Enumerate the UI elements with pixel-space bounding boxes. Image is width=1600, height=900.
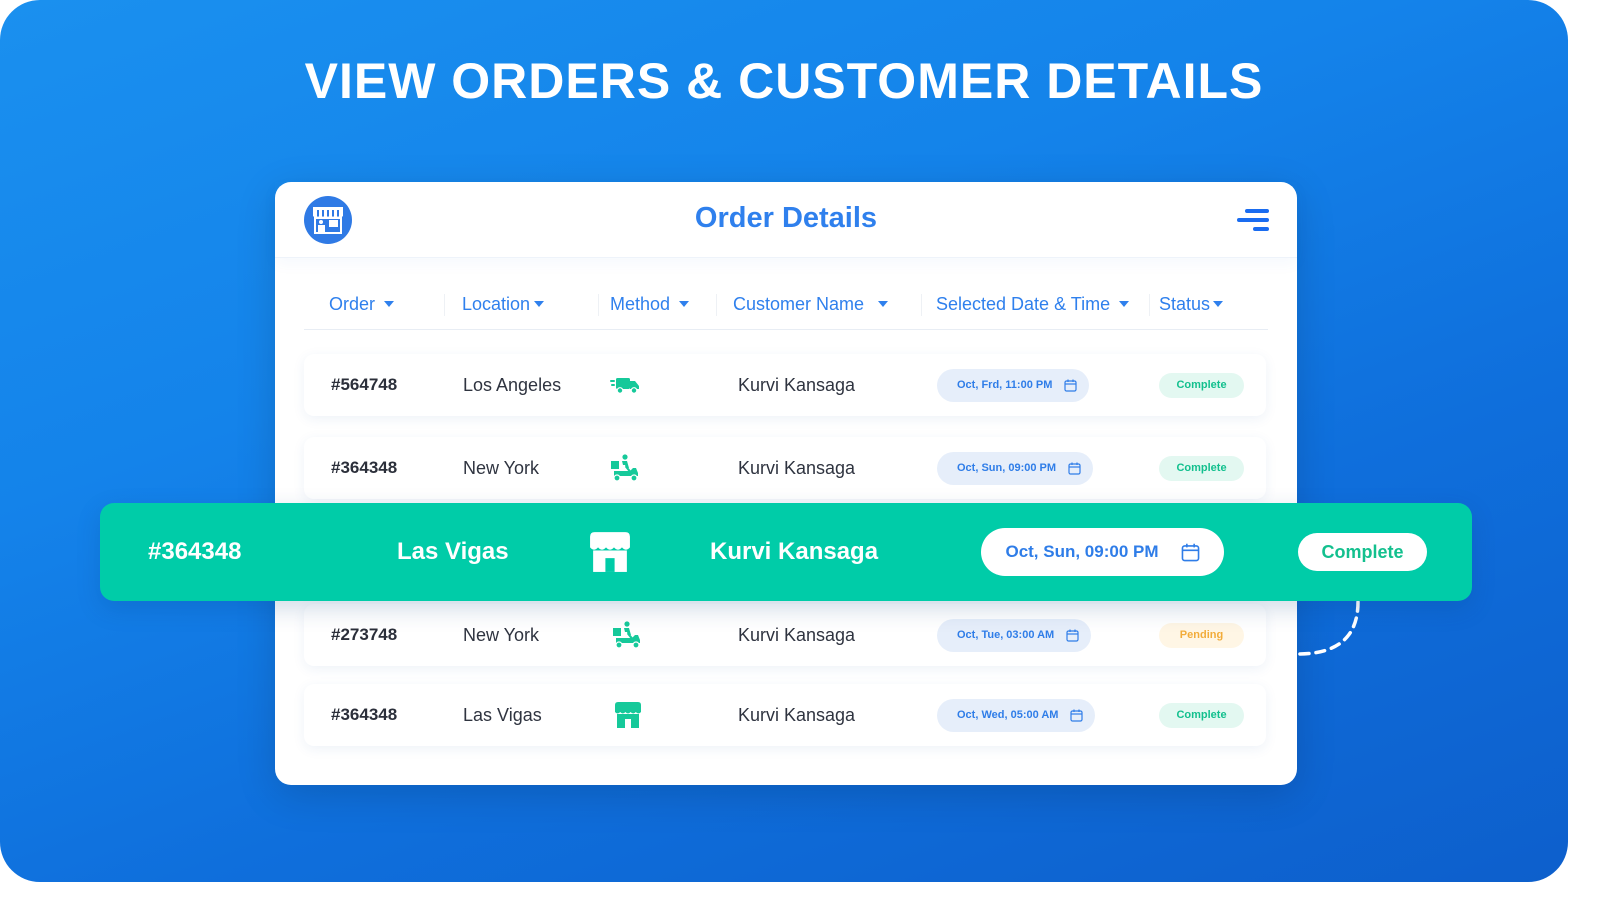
scooter-courier-icon bbox=[612, 604, 642, 666]
table-header: Order Location Method Customer Name Sele… bbox=[304, 284, 1268, 330]
delivery-truck-icon bbox=[610, 354, 640, 416]
order-id: #364348 bbox=[148, 538, 242, 565]
date-time-picker[interactable]: Oct, Sun, 09:00 PM bbox=[937, 451, 1094, 485]
order-location: Los Angeles bbox=[463, 374, 562, 395]
date-time-picker[interactable]: Oct, Frd, 11:00 PM bbox=[937, 368, 1090, 402]
status-badge: Pending bbox=[1159, 622, 1244, 648]
dashed-connector bbox=[1296, 600, 1360, 656]
order-id: #273748 bbox=[331, 625, 398, 644]
column-header-customer-name[interactable]: Customer Name bbox=[733, 284, 889, 324]
caret-down-icon bbox=[1119, 301, 1130, 307]
order-location: New York bbox=[463, 624, 540, 645]
highlighted-order-row[interactable]: #364348 Las Vigas Kurvi Kansaga Oct, Sun… bbox=[100, 503, 1472, 601]
status-badge: Complete bbox=[1159, 372, 1244, 398]
column-divider bbox=[598, 294, 599, 316]
date-time-picker[interactable]: Oct, Wed, 05:00 AM bbox=[937, 698, 1096, 732]
date-time-picker[interactable]: Oct, Sun, 09:00 PM bbox=[981, 528, 1224, 576]
customer-name: Kurvi Kansaga bbox=[738, 374, 856, 395]
card-header: Order Details bbox=[275, 182, 1297, 258]
column-divider bbox=[921, 294, 922, 316]
order-details-card: Order Details Order Location Method Cust… bbox=[275, 182, 1297, 785]
status-badge: Complete bbox=[1159, 455, 1244, 481]
scooter-courier-icon bbox=[610, 437, 640, 499]
order-location: Las Vigas bbox=[397, 538, 509, 565]
card-title: Order Details bbox=[694, 202, 878, 234]
table-row[interactable]: #364348 Las Vigas Kurvi Kansaga Oct, Wed… bbox=[304, 684, 1266, 746]
storefront-pickup-icon bbox=[587, 503, 633, 601]
column-header-order[interactable]: Order bbox=[329, 284, 395, 324]
order-location: Las Vigas bbox=[463, 704, 542, 725]
status-badge: Complete bbox=[1159, 702, 1244, 728]
storefront-pickup-icon bbox=[613, 684, 643, 746]
calendar-icon bbox=[1181, 543, 1199, 561]
customer-name: Kurvi Kansaga bbox=[738, 457, 856, 478]
calendar-icon bbox=[1066, 629, 1079, 642]
column-divider bbox=[444, 294, 445, 316]
column-header-date-time[interactable]: Selected Date & Time bbox=[936, 284, 1130, 324]
status-badge: Complete bbox=[1298, 533, 1427, 571]
caret-down-icon bbox=[384, 301, 395, 307]
caret-down-icon bbox=[878, 301, 889, 307]
table-row[interactable]: #273748 New York Kurvi Kansaga Oct, Tue,… bbox=[304, 604, 1266, 666]
calendar-icon bbox=[1064, 379, 1077, 392]
date-time-picker[interactable]: Oct, Tue, 03:00 AM bbox=[937, 618, 1092, 652]
column-divider bbox=[716, 294, 717, 316]
table-row[interactable]: #564748 Los Angeles Kurvi Kansaga Oct, F… bbox=[304, 354, 1266, 416]
caret-down-icon bbox=[679, 301, 690, 307]
order-id: #564748 bbox=[331, 375, 398, 394]
hero-title: VIEW ORDERS & CUSTOMER DETAILS bbox=[304, 53, 1264, 109]
order-id: #364348 bbox=[331, 705, 398, 724]
column-divider bbox=[1149, 294, 1150, 316]
customer-name: Kurvi Kansaga bbox=[710, 538, 879, 565]
column-header-location[interactable]: Location bbox=[462, 284, 545, 324]
customer-name: Kurvi Kansaga bbox=[738, 624, 856, 645]
calendar-icon bbox=[1070, 709, 1084, 722]
order-id: #364348 bbox=[331, 458, 398, 477]
caret-down-icon bbox=[534, 301, 545, 307]
calendar-icon bbox=[1068, 462, 1081, 475]
order-location: New York bbox=[463, 457, 540, 478]
promo-canvas: VIEW ORDERS & CUSTOMER DETAILS Order Det… bbox=[0, 0, 1568, 882]
hamburger-menu-icon[interactable] bbox=[1235, 207, 1269, 235]
caret-down-icon bbox=[1213, 301, 1224, 307]
customer-name: Kurvi Kansaga bbox=[738, 704, 856, 725]
column-header-status[interactable]: Status bbox=[1159, 284, 1224, 324]
table-row[interactable]: #364348 New York Kurvi Kansaga Oct, Sun,… bbox=[304, 437, 1266, 499]
column-header-method[interactable]: Method bbox=[610, 284, 690, 324]
